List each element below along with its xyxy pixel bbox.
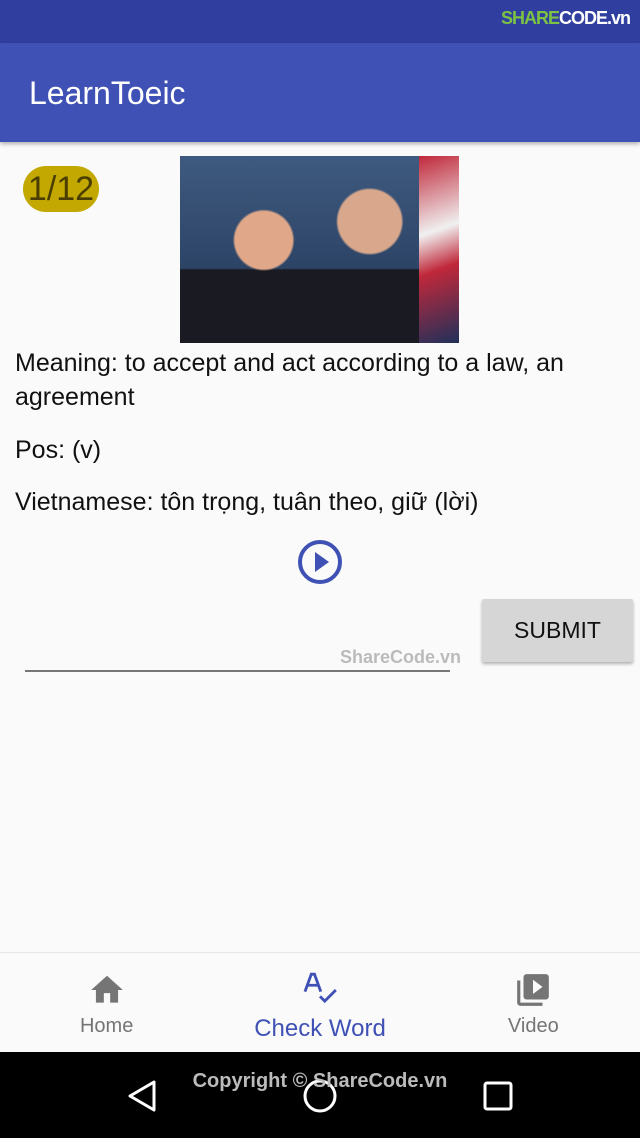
word-image bbox=[180, 156, 459, 343]
system-nav-bar: Copyright © ShareCode.vn bbox=[0, 1052, 640, 1138]
flag-image-part bbox=[419, 156, 459, 343]
home-icon bbox=[90, 975, 123, 1003]
vietnamese-text: Vietnamese: tôn trọng, tuân theo, giữ (l… bbox=[15, 488, 479, 516]
submit-button[interactable]: SUBMIT bbox=[482, 599, 633, 662]
status-bar: SHARECODE.vn bbox=[0, 0, 640, 43]
word-counter-badge: 1/12 bbox=[23, 166, 99, 212]
bottom-navigation: Home Check Word Video bbox=[0, 952, 640, 1052]
tab-label: Check Word bbox=[254, 1015, 386, 1042]
watermark-text: ShareCode.vn bbox=[340, 647, 462, 667]
watermark-logo: SHARECODE.vn bbox=[500, 8, 631, 28]
tab-video[interactable]: Video bbox=[427, 953, 640, 1052]
meaning-text: Meaning: to accept and act according to … bbox=[15, 349, 564, 411]
pos-text: Pos: (v) bbox=[15, 436, 102, 464]
tab-label: Video bbox=[507, 1015, 559, 1037]
tab-home[interactable]: Home bbox=[0, 953, 213, 1052]
tab-check-word[interactable]: Check Word bbox=[213, 953, 426, 1052]
app-bar: LearnToeic bbox=[0, 43, 640, 142]
video-library-icon bbox=[517, 974, 550, 1006]
copyright-watermark: Copyright © ShareCode.vn bbox=[192, 1070, 448, 1092]
app-title: LearnToeic bbox=[29, 75, 186, 111]
spellcheck-icon bbox=[303, 972, 337, 1004]
tab-label: Home bbox=[79, 1015, 134, 1037]
play-circle-icon[interactable] bbox=[297, 539, 343, 585]
